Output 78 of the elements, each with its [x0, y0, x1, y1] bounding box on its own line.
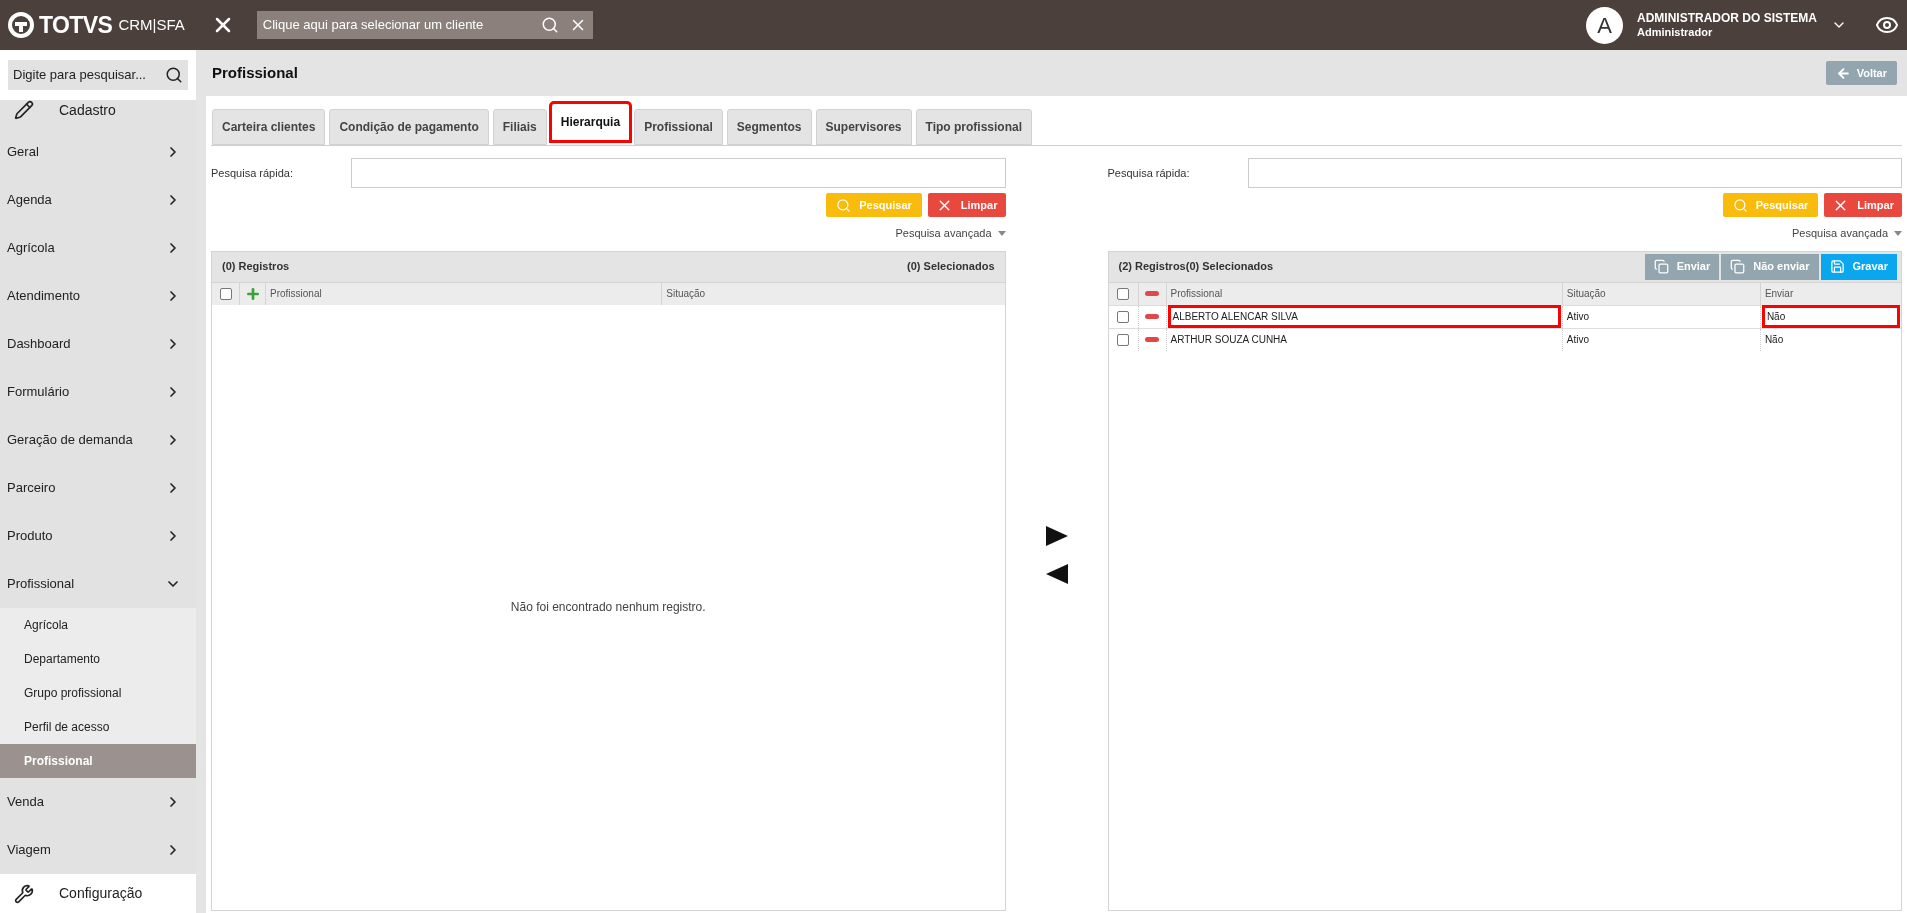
sidebar-subitem[interactable]: Perfil de acesso — [0, 710, 196, 744]
table-cell-text: ARTHUR SOUZA CUNHA — [1170, 333, 1287, 347]
tab[interactable]: Profissional — [634, 109, 723, 145]
sidebar-subitem[interactable]: Grupo profissional — [0, 676, 196, 710]
checkbox[interactable] — [1117, 310, 1129, 323]
user-name: ADMINISTRADOR DO SISTEMA — [1637, 11, 1817, 25]
sidebar-item[interactable]: Venda — [0, 778, 196, 826]
user-avatar[interactable]: A — [1586, 6, 1623, 44]
logo-icon — [8, 12, 34, 38]
record-count: (0) Registros — [222, 259, 290, 275]
column-header: Situação — [1566, 287, 1606, 301]
sidebar-item[interactable]: Profissional — [0, 560, 196, 608]
sidebar-item[interactable]: Agrícola — [0, 224, 196, 272]
sidebar-item[interactable]: Agenda — [0, 176, 196, 224]
copy-icon — [1653, 259, 1669, 274]
tab[interactable]: Segmentos — [726, 109, 812, 145]
tab[interactable]: Filiais — [492, 109, 547, 145]
user-role: Administrador — [1637, 25, 1714, 39]
sidebar-item[interactable]: Viagem — [0, 826, 196, 874]
sidebar-item[interactable]: Dashboard — [0, 320, 196, 368]
table-cell-text: Não — [1764, 333, 1784, 347]
checkbox[interactable] — [219, 287, 232, 300]
sidebar-item[interactable]: Parceiro — [0, 464, 196, 512]
field-label: Pesquisa rápida: — [211, 165, 294, 181]
selected-count: (0) Selecionados — [907, 259, 995, 275]
product-name: CRM|SFA — [118, 14, 185, 35]
column-header: Situação — [666, 287, 706, 301]
search-bar[interactable]: Clique aqui para selecionar um cliente — [256, 11, 593, 39]
logo-text: TOTVS — [39, 10, 113, 40]
minus-icon[interactable] — [1145, 314, 1159, 319]
sidebar-item[interactable]: Atendimento — [0, 272, 196, 320]
column-header: Profissional — [270, 287, 322, 301]
quick-search-field[interactable] — [1247, 158, 1902, 188]
advanced-search-link[interactable]: Pesquisa avançada — [1792, 225, 1888, 242]
table-cell-text: Ativo — [1566, 310, 1589, 324]
tab[interactable]: Condição de pagamento — [329, 109, 489, 145]
sidebar-subitem[interactable]: Agrícola — [0, 608, 196, 642]
sidebar-item[interactable]: Geral — [0, 128, 196, 176]
sidebar-item[interactable]: Formulário — [0, 368, 196, 416]
wrench-icon — [14, 883, 34, 904]
move-left-icon[interactable] — [1045, 563, 1068, 584]
search-icon — [1732, 197, 1748, 213]
pencil-icon — [14, 100, 34, 120]
checkbox[interactable] — [1117, 333, 1129, 346]
column-header: Enviar — [1764, 287, 1794, 301]
sidebar-item[interactable]: Geração de demanda — [0, 416, 196, 464]
move-right-icon[interactable] — [1045, 525, 1068, 546]
clear-button[interactable]: Limpar — [1824, 193, 1902, 217]
caret-icon[interactable] — [1894, 230, 1902, 236]
minus-icon[interactable] — [1145, 291, 1159, 296]
search-bar[interactable]: Digite para pesquisar... — [8, 60, 188, 90]
tab[interactable]: Tipo profissional — [915, 109, 1032, 145]
client-search-field[interactable]: Clique aqui para selecionar um cliente — [262, 15, 541, 35]
tab[interactable]: Hierarquia — [550, 103, 631, 141]
column-header: Profissional — [1170, 287, 1223, 301]
record-count: (2) Registros(0) Selecionados — [1118, 259, 1274, 275]
advanced-search-link[interactable]: Pesquisa avançada — [895, 225, 992, 242]
clear-button[interactable]: Limpar — [927, 193, 1006, 217]
quick-search-field[interactable] — [351, 158, 1006, 188]
table-cell: ALBERTO ALENCAR SILVA — [1170, 308, 1558, 325]
empty-message: Não foi encontrado nenhum registro. — [510, 599, 706, 617]
search-icon — [836, 197, 852, 213]
page-title: Profissional — [212, 62, 298, 83]
sidebar-section[interactable]: Configuração — [0, 874, 196, 913]
search-icon[interactable] — [165, 66, 183, 84]
tab[interactable]: Supervisores — [815, 109, 912, 145]
copy-icon — [1730, 259, 1746, 274]
minus-icon[interactable] — [1145, 337, 1159, 342]
caret-icon[interactable] — [997, 230, 1006, 236]
sidebar-subitem[interactable]: Departamento — [0, 642, 196, 676]
checkbox[interactable] — [1117, 287, 1129, 300]
plus-icon[interactable] — [244, 285, 261, 302]
table-cell-text: Ativo — [1566, 333, 1589, 347]
tab[interactable]: Carteira clientes — [212, 109, 326, 145]
floppy-icon — [1829, 259, 1845, 274]
sidebar-item[interactable]: Produto — [0, 512, 196, 560]
field-label: Pesquisa rápida: — [1107, 165, 1191, 181]
table-cell: Não — [1764, 308, 1897, 325]
